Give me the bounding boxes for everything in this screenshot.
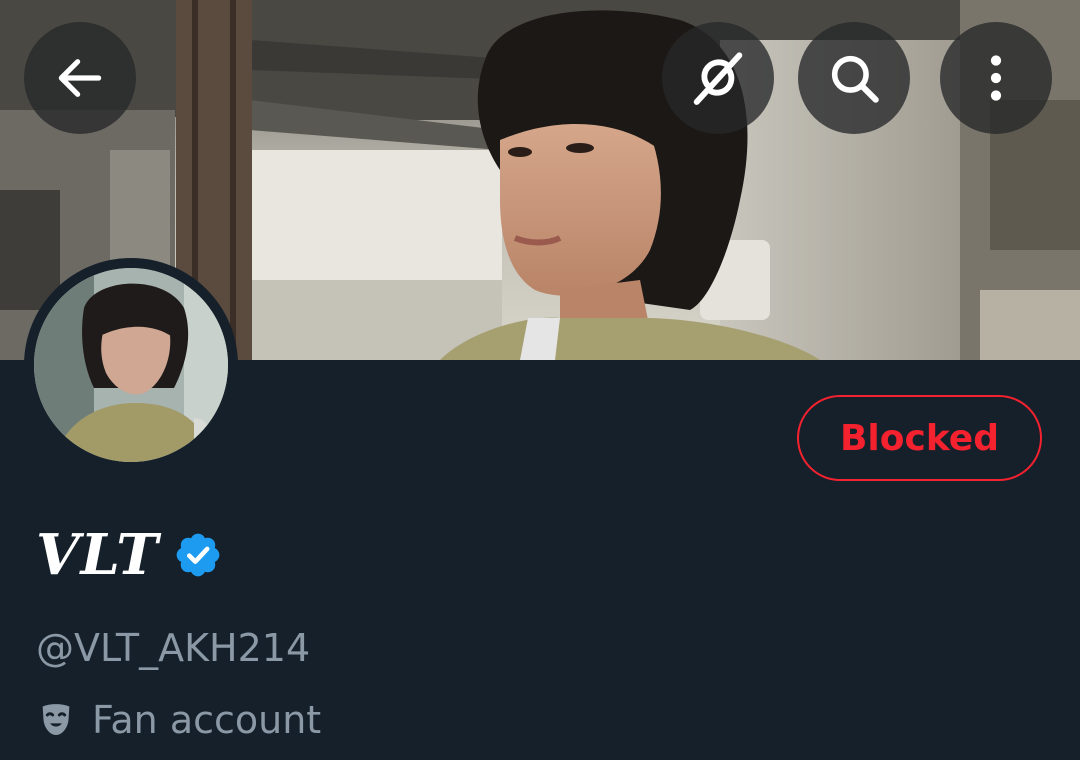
display-name: VLT bbox=[36, 522, 159, 588]
account-label-text: Fan account bbox=[92, 698, 322, 742]
profile-handle: @VLT_AKH214 bbox=[36, 626, 311, 670]
grok-icon bbox=[693, 52, 743, 105]
display-name-row: VLT bbox=[36, 520, 223, 590]
blocked-button[interactable]: Blocked bbox=[797, 395, 1042, 481]
avatar-image bbox=[34, 268, 228, 462]
search-icon bbox=[831, 55, 879, 103]
grok-button[interactable] bbox=[662, 22, 774, 134]
more-options-button[interactable] bbox=[940, 22, 1052, 134]
search-button[interactable] bbox=[798, 22, 910, 134]
verified-badge-icon[interactable] bbox=[173, 530, 223, 580]
theater-mask-icon bbox=[42, 704, 70, 735]
more-vertical-icon bbox=[990, 55, 1002, 101]
account-label: Fan account bbox=[36, 698, 321, 742]
avatar[interactable] bbox=[24, 258, 238, 472]
arrow-left-icon bbox=[58, 59, 102, 97]
profile-page: Blocked VLT @VLT_AKH214 Fan account bbox=[0, 0, 1080, 760]
back-button[interactable] bbox=[24, 22, 136, 134]
